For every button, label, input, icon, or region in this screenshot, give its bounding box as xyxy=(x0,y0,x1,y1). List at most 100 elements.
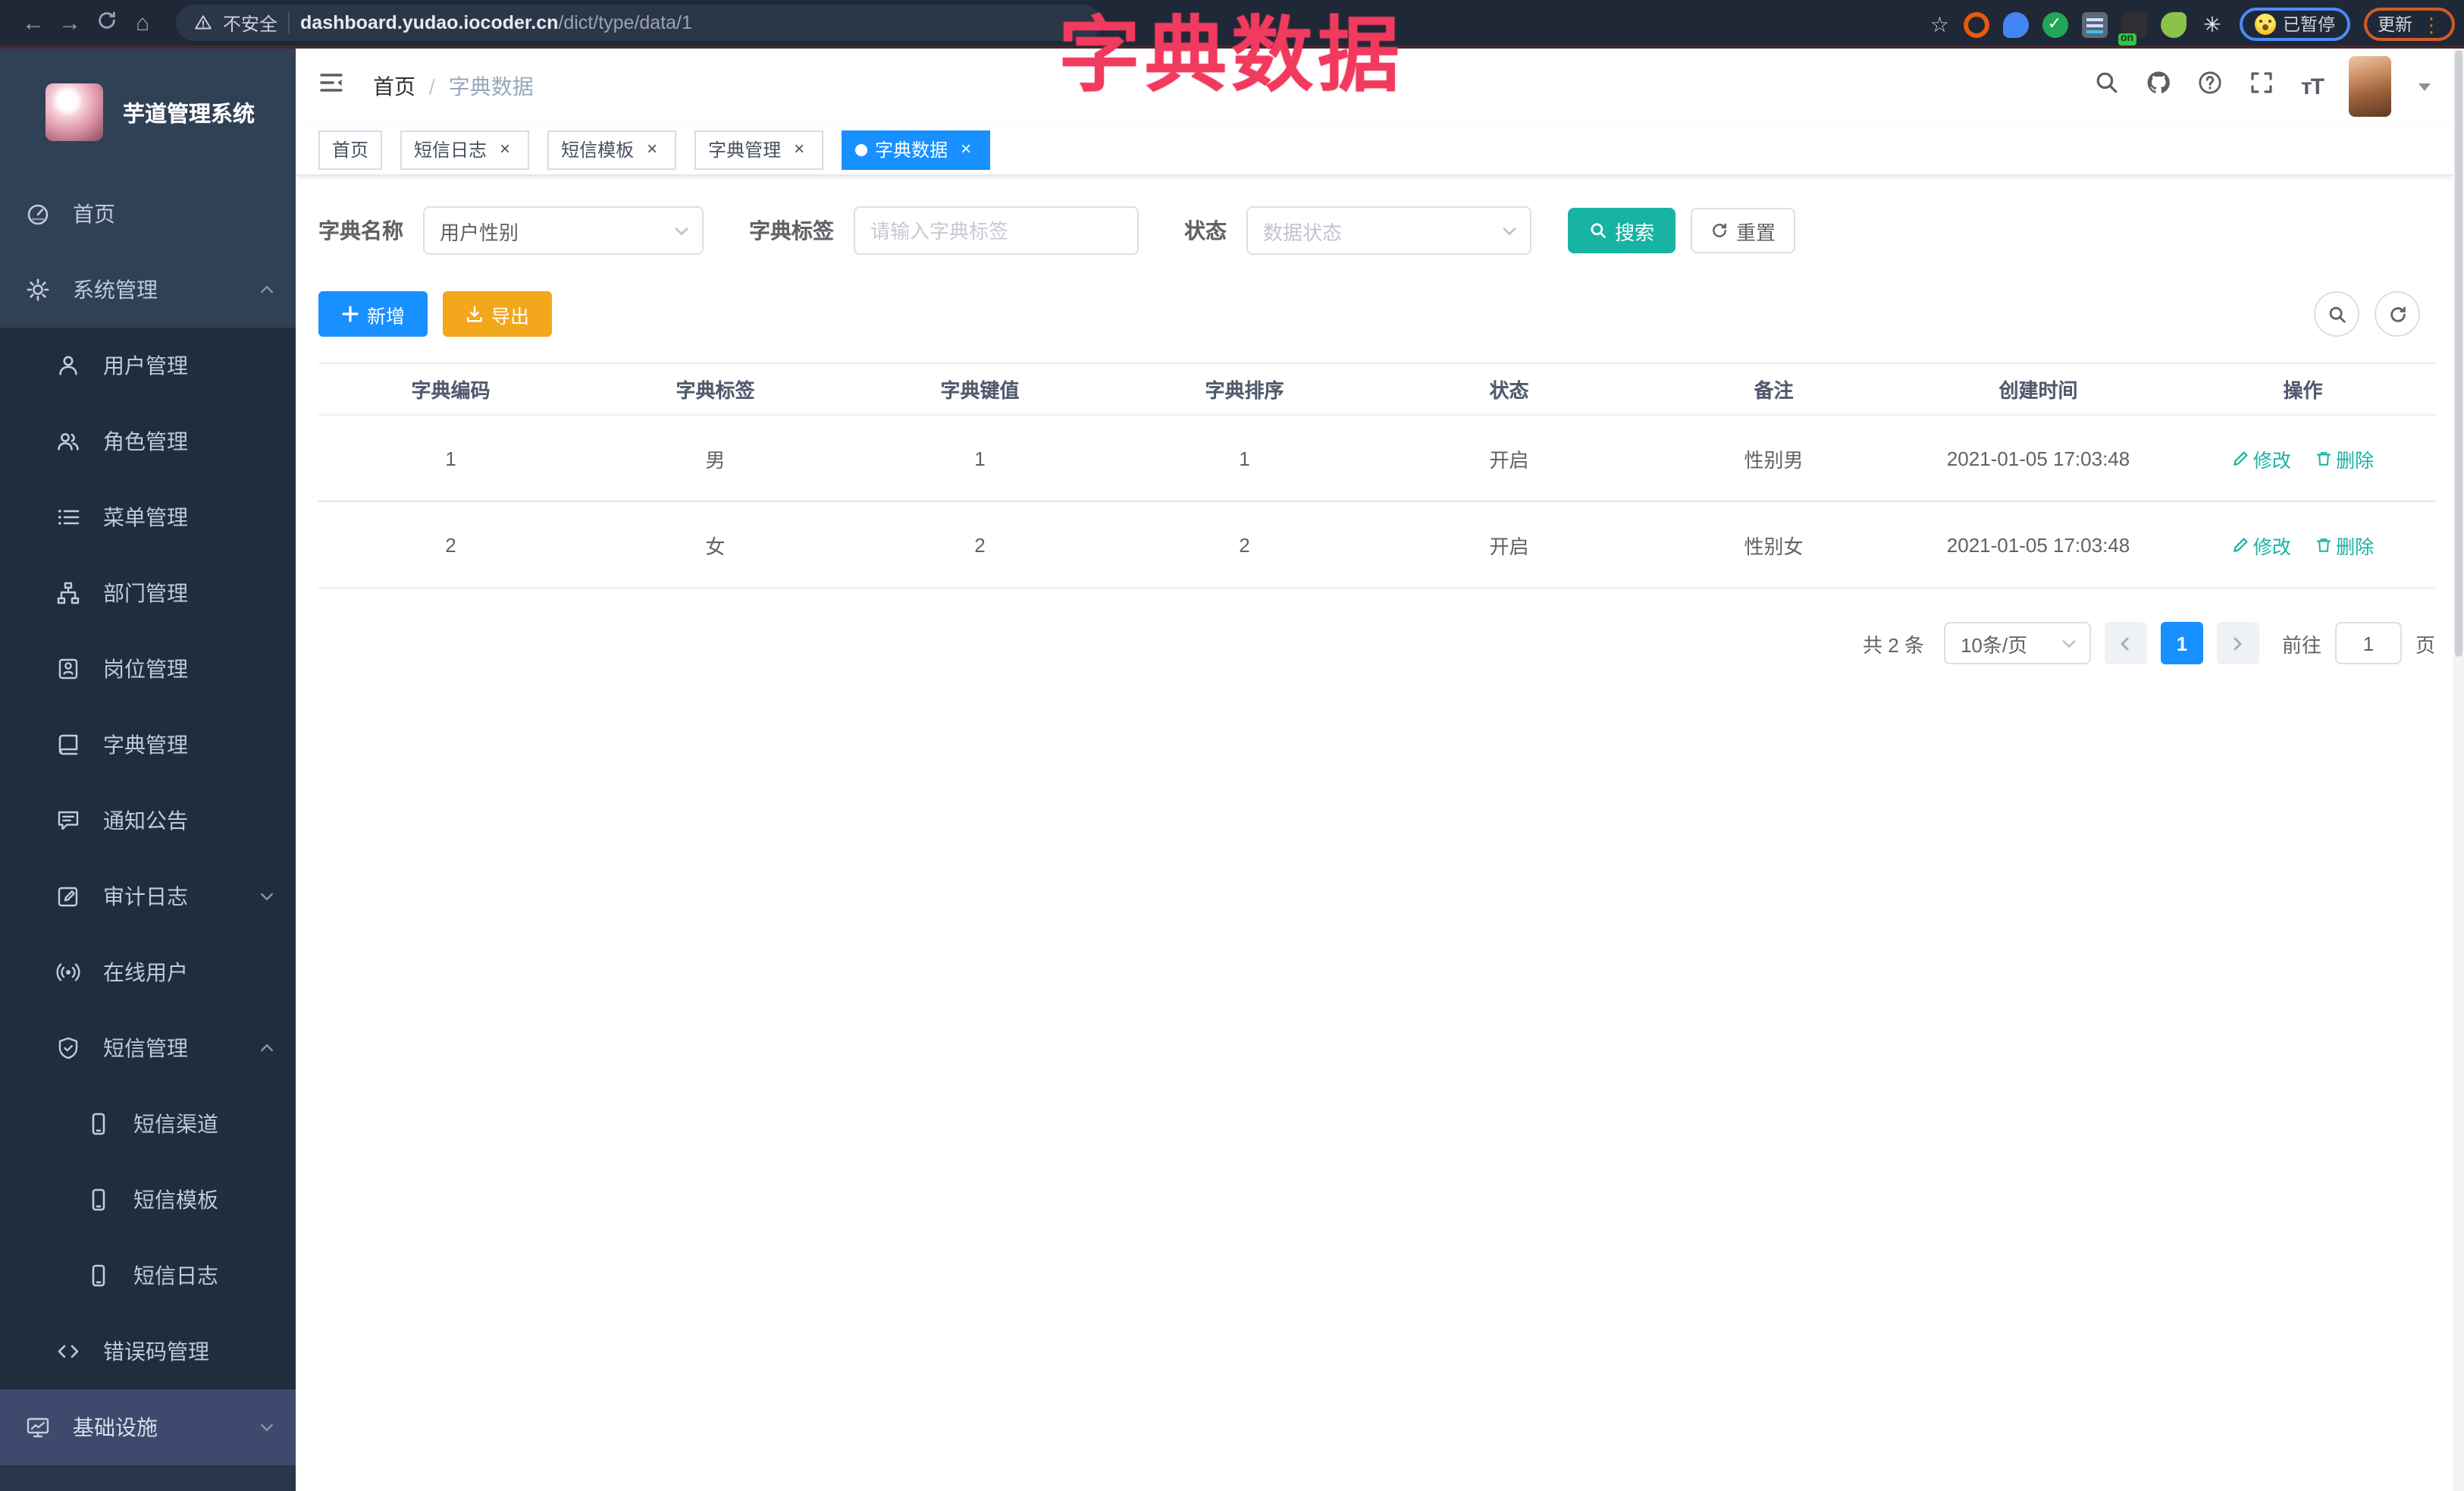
browser-menu-kebab-icon[interactable]: ⋮ xyxy=(2422,14,2441,34)
next-page-button[interactable] xyxy=(2216,622,2259,664)
extension-icon-leaf[interactable] xyxy=(2160,11,2186,37)
search-button[interactable]: 搜索 xyxy=(1568,208,1676,253)
sidebar-item-sms-template[interactable]: 短信模板 xyxy=(0,1162,296,1238)
cell-remark: 性别女 xyxy=(1641,501,1906,589)
filter-form: 字典名称 用户性别 字典标签 状态 数据状态 搜索 重置 xyxy=(318,206,2435,255)
table-row[interactable]: 1 男 1 1 开启 性别男 2021-01-05 17:03:48 修改 删除 xyxy=(318,415,2435,502)
sidebar-item-user-management[interactable]: 用户管理 xyxy=(0,328,296,403)
sidebar-item-audit-log[interactable]: 审计日志 xyxy=(0,859,296,934)
add-button[interactable]: 新增 xyxy=(318,291,428,337)
scrollbar-thumb[interactable] xyxy=(2455,50,2462,657)
chevron-left-icon xyxy=(2118,635,2134,651)
sidebar-item-system-management[interactable]: 系统管理 xyxy=(0,252,296,328)
sidebar-item-label: 错误码管理 xyxy=(103,1339,209,1364)
page-size-select[interactable]: 10条/页 xyxy=(1943,622,2091,664)
chevron-down-icon xyxy=(258,887,276,906)
col-remark: 备注 xyxy=(1641,363,1906,416)
refresh-table-button[interactable] xyxy=(2375,291,2420,337)
extension-icon-switch[interactable]: on xyxy=(2118,11,2146,45)
delete-link[interactable]: 删除 xyxy=(2315,444,2374,472)
browser-back-button[interactable]: ← xyxy=(15,5,52,41)
browser-home-button[interactable]: ⌂ xyxy=(124,5,161,41)
prev-page-button[interactable] xyxy=(2104,622,2147,664)
sidebar-item-role-management[interactable]: 角色管理 xyxy=(0,403,296,479)
sidebar-item-sms-channel[interactable]: 短信渠道 xyxy=(0,1086,296,1162)
dict-name-select[interactable]: 用户性别 xyxy=(423,206,704,255)
extensions-paused-pill[interactable]: 已暂停 xyxy=(2239,8,2350,41)
sidebar-item-menu-management[interactable]: 菜单管理 xyxy=(0,479,296,555)
edit-link[interactable]: 修改 xyxy=(2232,530,2291,559)
dict-data-table: 字典编码 字典标签 字典键值 字典排序 状态 备注 创建时间 操作 1 男 1 … xyxy=(318,363,2435,589)
fullscreen-button[interactable] xyxy=(2249,70,2275,103)
browser-forward-button[interactable]: → xyxy=(52,5,88,41)
app-navbar: 首页 / 字典数据 ᴛT xyxy=(296,49,2453,124)
help-button[interactable] xyxy=(2198,70,2224,103)
close-icon[interactable]: × xyxy=(788,138,810,160)
not-secure-icon xyxy=(194,14,212,32)
url-bar[interactable]: 不安全 dashboard.yudao.iocoder.cn/dict/type… xyxy=(176,5,1101,41)
main-content: 字典名称 用户性别 字典标签 状态 数据状态 搜索 重置 xyxy=(296,177,2453,1491)
github-link[interactable] xyxy=(2146,70,2172,103)
chevron-up-icon xyxy=(258,1039,276,1057)
close-icon[interactable]: × xyxy=(494,138,516,160)
caret-down-icon[interactable] xyxy=(2417,79,2432,94)
goto-page-input[interactable] xyxy=(2334,622,2402,664)
tab-sms-log[interactable]: 短信日志 × xyxy=(400,130,530,169)
sidebar-item-post-management[interactable]: 岗位管理 xyxy=(0,631,296,707)
extension-icon-blue-drop[interactable] xyxy=(2002,11,2028,37)
col-dict-sort: 字典排序 xyxy=(1112,363,1377,416)
breadcrumb-home[interactable]: 首页 xyxy=(373,71,415,102)
close-icon[interactable]: × xyxy=(955,138,977,160)
header-search-button[interactable] xyxy=(2095,70,2121,103)
sidebar-item-online-users[interactable]: 在线用户 xyxy=(0,934,296,1010)
bookmark-star-icon[interactable]: ☆ xyxy=(1930,11,1949,37)
tab-dict-management[interactable]: 字典管理 × xyxy=(694,130,824,169)
tab-dict-data[interactable]: 字典数据 × xyxy=(842,130,991,169)
extension-icon-sliders[interactable] xyxy=(2081,11,2107,37)
avatar[interactable] xyxy=(2349,56,2391,117)
sidebar-item-sms-management[interactable]: 短信管理 xyxy=(0,1010,296,1086)
edit-link[interactable]: 修改 xyxy=(2232,444,2291,472)
cell-label: 男 xyxy=(583,415,848,502)
sidebar-item-infrastructure[interactable]: 基础设施 xyxy=(0,1389,296,1465)
sidebar-item-dict-management[interactable]: 字典管理 xyxy=(0,707,296,783)
sidebar-item-label: 短信管理 xyxy=(103,1036,188,1060)
sidebar-item-error-code[interactable]: 错误码管理 xyxy=(0,1314,296,1389)
delete-link[interactable]: 删除 xyxy=(2315,530,2374,559)
status-select[interactable]: 数据状态 xyxy=(1246,206,1531,255)
close-icon[interactable]: × xyxy=(641,138,663,160)
emoji-extension-icon xyxy=(2254,14,2275,35)
dict-tag-label: 字典标签 xyxy=(749,218,834,243)
download-icon xyxy=(466,305,484,323)
toggle-search-button[interactable] xyxy=(2314,291,2359,337)
total-count: 共 2 条 xyxy=(1863,633,1924,656)
tab-sms-template[interactable]: 短信模板 × xyxy=(547,130,677,169)
browser-update-button[interactable]: 更新 ⋮ xyxy=(2364,8,2455,41)
page-scrollbar[interactable] xyxy=(2453,49,2464,1491)
reset-button[interactable]: 重置 xyxy=(1691,208,1796,253)
edit-link-label: 修改 xyxy=(2252,450,2291,471)
font-size-button[interactable]: ᴛT xyxy=(2301,74,2324,99)
extension-icon-orange[interactable] xyxy=(1963,11,1989,37)
browser-reload-button[interactable] xyxy=(88,5,124,41)
sidebar-item-label: 在线用户 xyxy=(103,960,188,984)
dict-tag-input[interactable] xyxy=(854,206,1139,255)
sidebar-item-sms-log[interactable]: 短信日志 xyxy=(0,1238,296,1314)
dict-name-label: 字典名称 xyxy=(318,218,403,243)
cell-actions: 修改 删除 xyxy=(2171,415,2435,502)
pencil-icon xyxy=(2232,450,2249,466)
sidebar-item-home[interactable]: 首页 xyxy=(0,176,296,252)
reset-button-label: 重置 xyxy=(1736,221,1776,243)
sidebar-item-notice[interactable]: 通知公告 xyxy=(0,783,296,859)
page-number-current[interactable]: 1 xyxy=(2160,622,2203,664)
tab-home[interactable]: 首页 xyxy=(318,130,383,169)
sidebar-item-dept-management[interactable]: 部门管理 xyxy=(0,555,296,631)
extension-icon-snowflake[interactable]: ✳ xyxy=(2199,11,2225,37)
cell-remark: 性别男 xyxy=(1641,415,1906,502)
table-row[interactable]: 2 女 2 2 开启 性别女 2021-01-05 17:03:48 修改 删除 xyxy=(318,501,2435,589)
brand-header[interactable]: 芋道管理系统 xyxy=(0,49,296,176)
extension-icon-green-check[interactable]: ✓ xyxy=(2042,11,2067,37)
sidebar-collapse-button[interactable] xyxy=(317,68,346,105)
search-icon xyxy=(1589,221,1607,240)
export-button[interactable]: 导出 xyxy=(443,291,553,337)
